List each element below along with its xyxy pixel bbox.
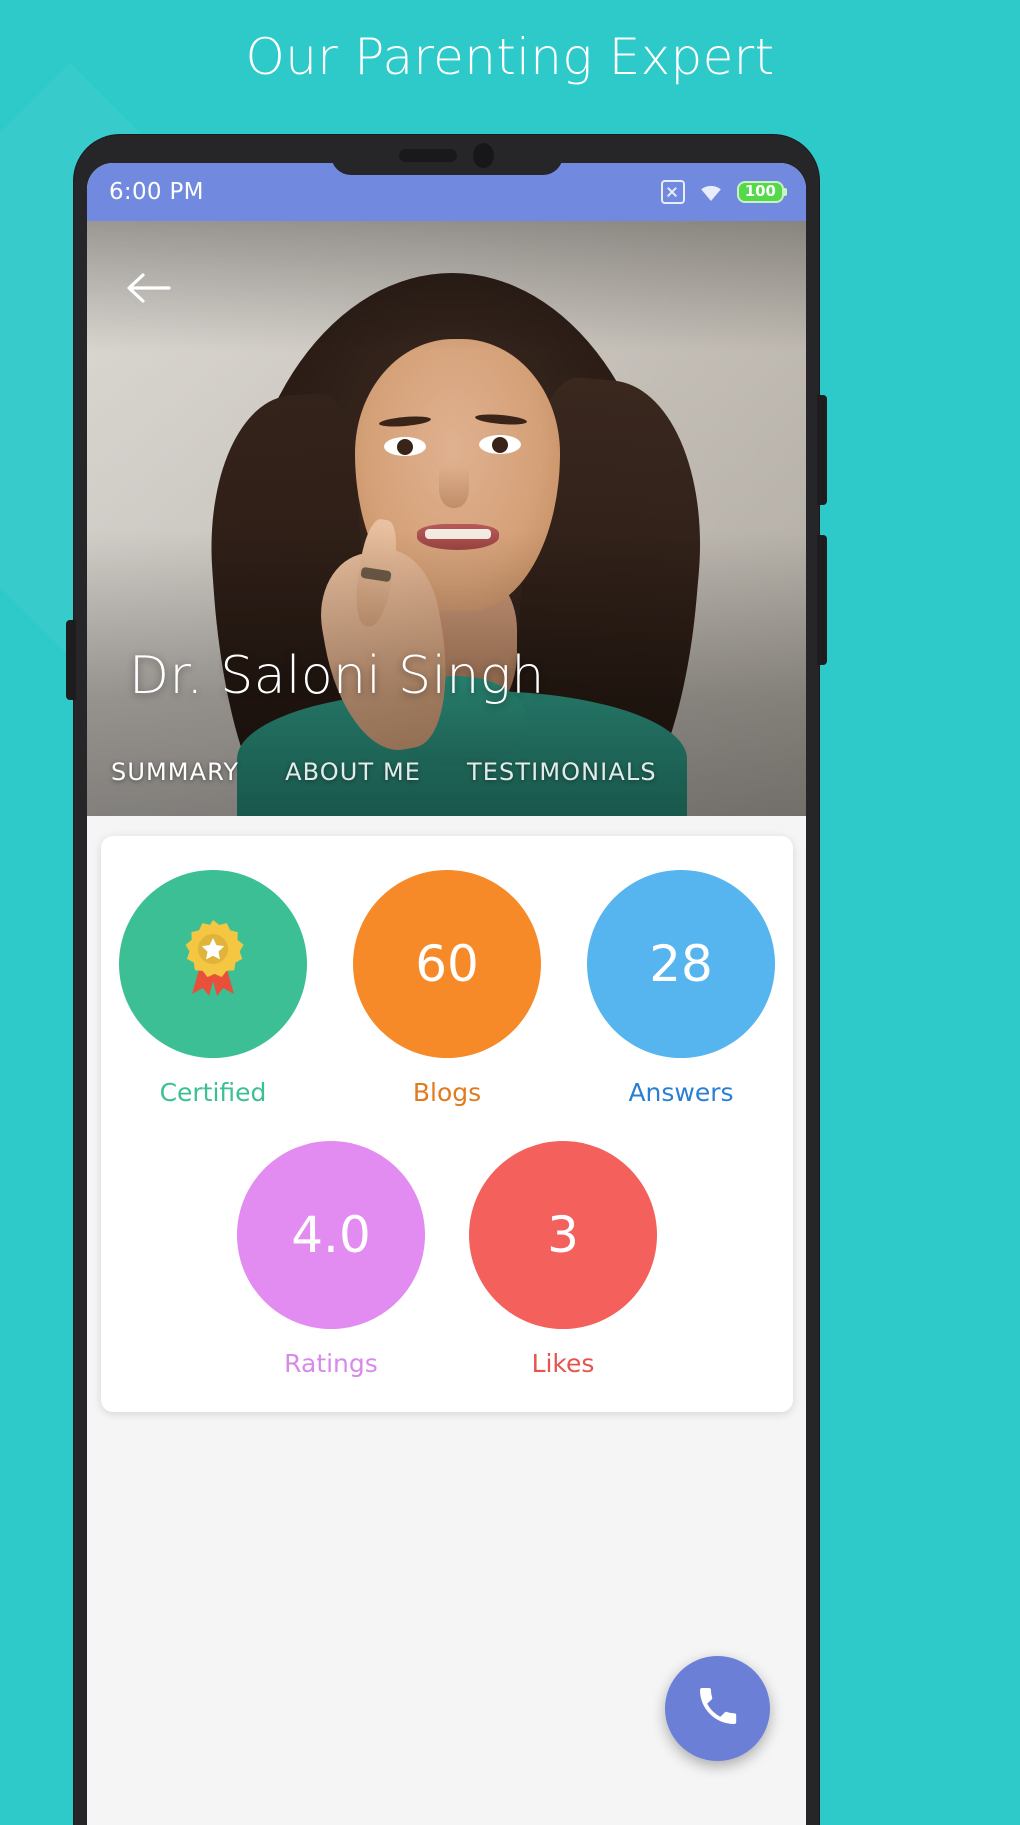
tab-summary[interactable]: SUMMARY: [111, 758, 239, 786]
stat-blogs-circle: 60: [353, 870, 541, 1058]
phone-volume-button: [817, 395, 827, 505]
doctor-name: Dr. Saloni Singh: [129, 646, 545, 706]
profile-tabs: SUMMARY ABOUT ME TESTIMONIALS: [87, 758, 806, 786]
front-camera: [473, 142, 494, 168]
stat-answers-circle: 28: [587, 870, 775, 1058]
page-title: Our Parenting Expert: [245, 28, 775, 86]
stat-certified-circle: [119, 870, 307, 1058]
status-bar-icons: 100: [660, 180, 788, 204]
no-sim-icon: [660, 180, 685, 204]
status-bar-time: 6:00 PM: [109, 179, 204, 205]
stat-certified[interactable]: Certified: [119, 870, 307, 1107]
stat-certified-label: Certified: [159, 1078, 267, 1107]
phone-frame: 6:00 PM 100 Dr. Saloni Singh SUMMARY ABO…: [66, 135, 827, 1825]
call-fab-button[interactable]: [665, 1656, 770, 1761]
back-arrow-icon[interactable]: [121, 261, 175, 315]
tab-testimonials[interactable]: TESTIMONIALS: [467, 758, 657, 786]
award-ribbon-icon: [176, 916, 250, 1012]
wifi-icon: [698, 182, 724, 202]
stat-answers[interactable]: 28 Answers: [587, 870, 775, 1107]
stat-likes-circle: 3: [469, 1141, 657, 1329]
battery-indicator: 100: [736, 181, 788, 203]
stat-blogs-label: Blogs: [412, 1078, 482, 1107]
stat-ratings-circle: 4.0: [237, 1141, 425, 1329]
phone-power-button: [817, 535, 827, 665]
stat-answers-label: Answers: [628, 1078, 734, 1107]
stat-ratings[interactable]: 4.0 Ratings: [237, 1141, 425, 1378]
stats-row-secondary: 4.0 Ratings 3 Likes: [101, 1141, 793, 1378]
tab-about-me[interactable]: ABOUT ME: [285, 758, 421, 786]
stat-blogs[interactable]: 60 Blogs: [353, 870, 541, 1107]
profile-content: Certified 60 Blogs 28 Answers 4.0 Rating…: [87, 816, 806, 1825]
stat-likes[interactable]: 3 Likes: [469, 1141, 657, 1378]
stat-ratings-label: Ratings: [284, 1349, 378, 1378]
earpiece-speaker: [399, 148, 457, 162]
stats-card: Certified 60 Blogs 28 Answers 4.0 Rating…: [101, 836, 793, 1412]
phone-notch: [330, 135, 563, 175]
profile-hero: Dr. Saloni Singh SUMMARY ABOUT ME TESTIM…: [87, 221, 806, 816]
stat-likes-label: Likes: [531, 1349, 595, 1378]
phone-call-icon: [694, 1682, 742, 1735]
phone-screen: 6:00 PM 100 Dr. Saloni Singh SUMMARY ABO…: [87, 163, 806, 1825]
hero-gradient-overlay: [87, 221, 806, 816]
phone-left-button: [66, 620, 76, 700]
stats-row-primary: Certified 60 Blogs 28 Answers: [101, 870, 793, 1107]
